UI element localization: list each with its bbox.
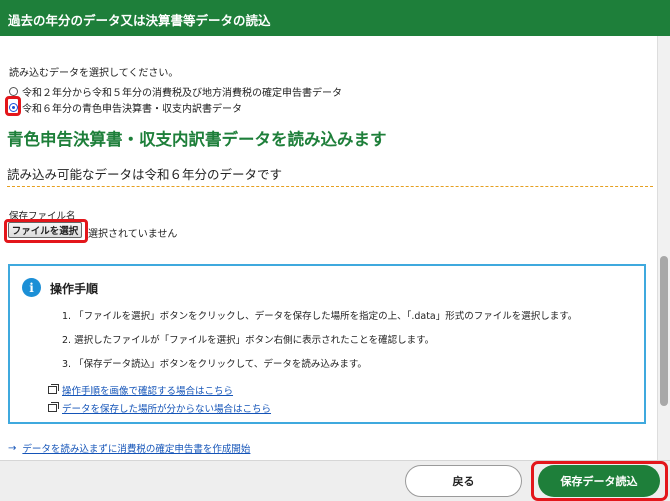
instructions-title: 操作手順 (50, 282, 99, 296)
highlight-box (5, 96, 21, 116)
option-label: 令和６年分の青色申告決算書・収支内訳書データ (22, 104, 242, 115)
arrow-right-icon: → (8, 442, 17, 454)
divider (7, 186, 653, 187)
image-guide-link[interactable]: 操作手順を画像で確認する場合はこちら (48, 383, 233, 397)
link-text[interactable]: 操作手順を画像で確認する場合はこちら (62, 383, 233, 397)
back-button[interactable]: 戻る (405, 465, 522, 497)
option-consumption-tax[interactable]: 令和２年分から令和５年分の消費税及び地方消費税の確定申告書データ (9, 84, 342, 99)
link-text[interactable]: データを保存した場所が分からない場合はこちら (62, 401, 271, 415)
section-title: 青色申告決算書・収支内訳書データを読み込みます (7, 130, 387, 149)
dialog-title: 過去の年分のデータ又は決算書等データの読込 (0, 0, 670, 36)
scrollbar[interactable] (657, 36, 670, 460)
instruction-step: 2. 選択したファイルが「ファイルを選択」ボタン右側に表示されたことを確認します… (62, 335, 435, 346)
link-text[interactable]: データを読み込まずに消費税の確定申告書を作成開始 (22, 441, 250, 455)
file-status: 選択されていません (88, 229, 178, 240)
option-label: 令和２年分から令和５年分の消費税及び地方消費税の確定申告書データ (22, 88, 342, 99)
highlight-box (4, 219, 88, 243)
section-subtitle: 読み込み可能なデータは令和６年分のデータです (7, 167, 283, 182)
scrollbar-thumb[interactable] (660, 256, 668, 406)
external-window-icon (48, 384, 59, 394)
option-blue-return[interactable]: 令和６年分の青色申告決算書・収支内訳書データ (9, 100, 242, 115)
instruction-step: 1. 「ファイルを選択」ボタンをクリックし、データを保存した場所を指定の上、「.… (62, 311, 578, 322)
instruction-step: 3. 「保存データ読込」ボタンをクリックして、データを読み込みます。 (62, 359, 367, 370)
load-saved-data-button[interactable]: 保存データ読込 (538, 465, 660, 497)
radio-button[interactable] (9, 87, 18, 96)
info-icon: i (22, 278, 41, 297)
select-prompt: 読み込むデータを選択してください。 (9, 68, 179, 79)
instructions-panel: i 操作手順 1. 「ファイルを選択」ボタンをクリックし、データを保存した場所を… (8, 264, 646, 424)
dialog-footer: 戻る 保存データ読込 (0, 460, 670, 501)
dialog-content: 読み込むデータを選択してください。 令和２年分から令和５年分の消費税及び地方消費… (0, 36, 657, 460)
external-window-icon (48, 402, 59, 412)
save-location-link[interactable]: データを保存した場所が分からない場合はこちら (48, 401, 271, 415)
start-without-data-link[interactable]: → データを読み込まずに消費税の確定申告書を作成開始 (8, 441, 250, 456)
